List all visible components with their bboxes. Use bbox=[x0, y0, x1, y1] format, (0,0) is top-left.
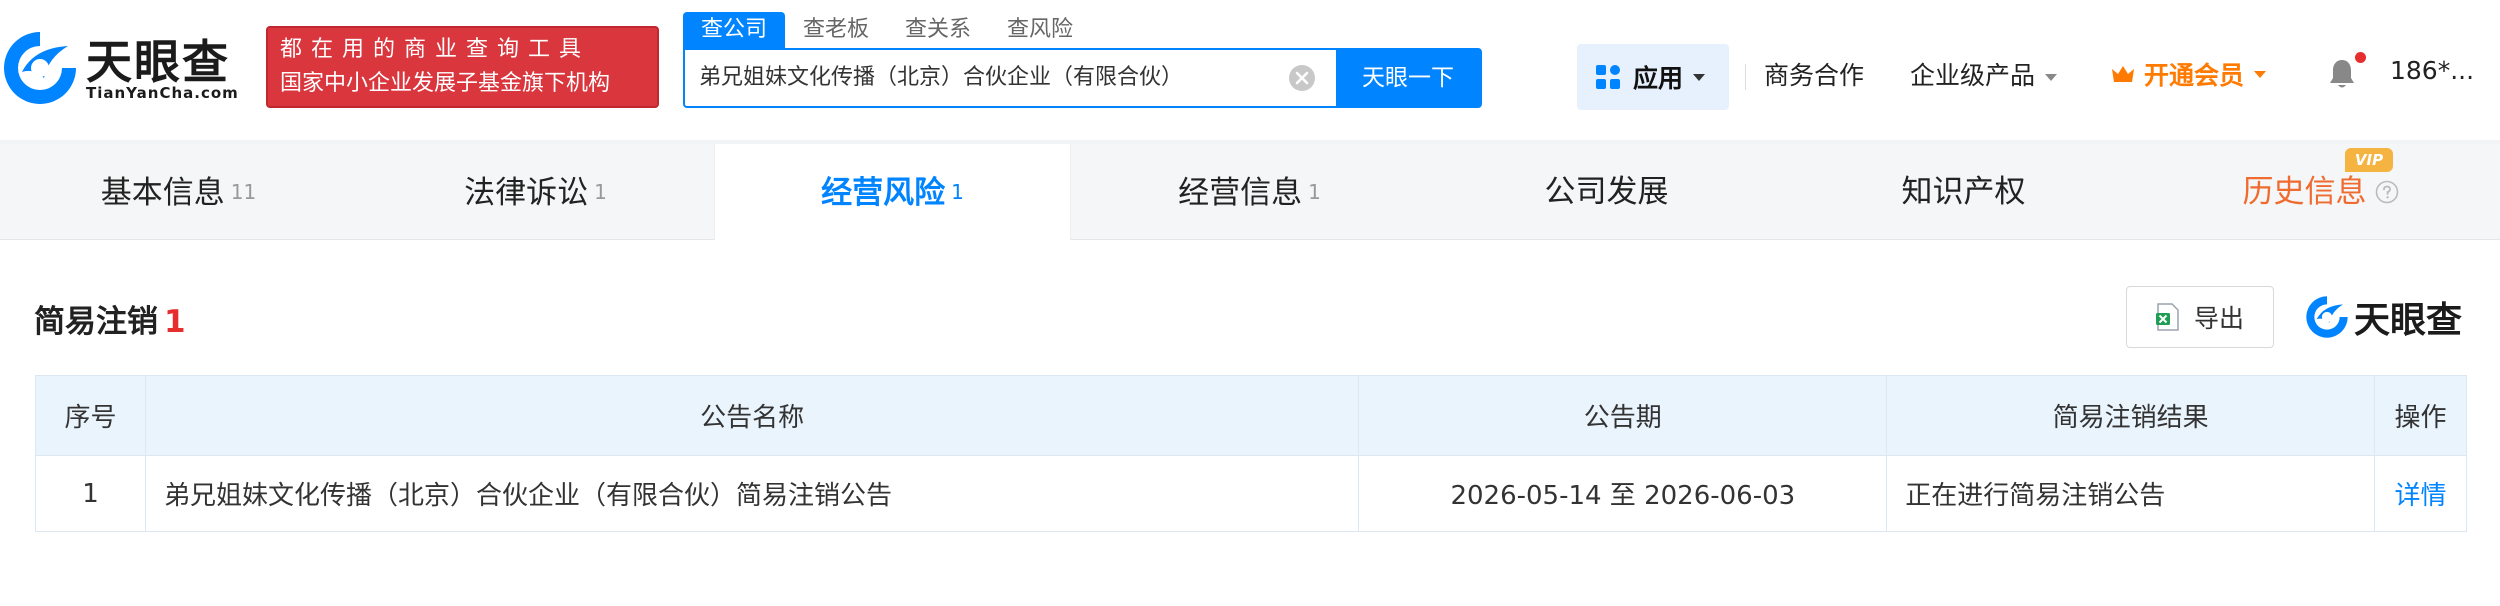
chevron-down-icon bbox=[1693, 73, 1706, 81]
tab-label: 经营风险 bbox=[821, 175, 946, 211]
tianyancha-logo-mark-icon bbox=[2306, 296, 2348, 338]
nav-business-cooperation[interactable]: 商务合作 bbox=[1764, 56, 1864, 92]
apps-menu-label: 应用 bbox=[1633, 64, 1684, 93]
header-divider bbox=[1745, 64, 1746, 90]
cell-index: 1 bbox=[35, 455, 146, 532]
vip-badge: VIP bbox=[2345, 148, 2393, 172]
tab-count: 1 bbox=[951, 180, 964, 204]
details-link[interactable]: 详情 bbox=[2394, 481, 2446, 511]
table-header-row: 序号 公告名称 公告期 简易注销结果 操作 bbox=[35, 375, 2467, 456]
search-input[interactable] bbox=[699, 50, 1299, 106]
tab-label: 历史信息 bbox=[2242, 174, 2367, 210]
open-membership-link[interactable]: 开通会员 bbox=[2110, 56, 2267, 92]
tab-business-info[interactable]: 经营信息 1 bbox=[1071, 144, 1428, 240]
open-membership-label: 开通会员 bbox=[2144, 61, 2245, 90]
tab-label: 公司发展 bbox=[1544, 174, 1669, 210]
tab-count: 1 bbox=[594, 180, 607, 204]
brand-text: 天眼查 bbox=[2354, 300, 2463, 341]
column-header-result: 简易注销结果 bbox=[1886, 375, 2375, 456]
excel-file-icon bbox=[2155, 303, 2179, 331]
slogan-banner: 都在用的商业查询工具 国家中小企业发展子基金旗下机构 bbox=[266, 26, 659, 108]
search-type-tabs: 查公司 查老板 查关系 查风险 bbox=[683, 12, 1091, 48]
tianyancha-logo[interactable]: 天眼查 TianYanCha.com bbox=[0, 26, 255, 110]
cell-action: 详情 bbox=[2374, 455, 2467, 532]
tab-intellectual-property[interactable]: 知识产权 bbox=[1785, 144, 2142, 240]
nav-enterprise-products[interactable]: 企业级产品 bbox=[1910, 56, 2058, 92]
simple-deregistration-panel: 简易注销 1 导出 天眼查 序号 公告名称 公告期 简易注销结果 操作 1 弟兄… bbox=[0, 240, 2500, 606]
slogan-line-1: 都在用的商业查询工具 bbox=[280, 37, 591, 62]
export-label: 导出 bbox=[2193, 304, 2244, 333]
apps-grid-icon bbox=[1596, 65, 1620, 89]
deregistration-table: 序号 公告名称 公告期 简易注销结果 操作 1 弟兄姐妹文化传播（北京）合伙企业… bbox=[35, 375, 2467, 532]
logo-text: 天眼查 bbox=[86, 35, 230, 89]
tab-business-risk[interactable]: 经营风险 1 bbox=[714, 144, 1071, 241]
column-header-notice-period: 公告期 bbox=[1358, 375, 1888, 456]
tianyancha-logo-mark-icon bbox=[4, 32, 76, 104]
cell-result: 正在进行简易注销公告 bbox=[1886, 455, 2375, 532]
search-tab-relation[interactable]: 查关系 bbox=[887, 12, 989, 48]
chevron-down-icon bbox=[2045, 73, 2058, 81]
notification-badge-dot bbox=[2355, 52, 2366, 63]
search-tab-company[interactable]: 查公司 bbox=[683, 12, 786, 48]
apps-menu-button[interactable]: 应用 bbox=[1577, 44, 1729, 110]
logo-domain: TianYanCha.com bbox=[86, 84, 239, 102]
tab-legal-litigation[interactable]: 法律诉讼 1 bbox=[357, 144, 714, 240]
cell-notice-period: 2026-05-14 至 2026-06-03 bbox=[1358, 455, 1888, 532]
search-button[interactable]: 天眼一下 bbox=[1336, 50, 1480, 106]
column-header-notice-name: 公告名称 bbox=[144, 375, 1360, 456]
tab-label: 法律诉讼 bbox=[464, 175, 589, 211]
tab-label: 基本信息 bbox=[100, 175, 225, 211]
top-header: 天眼查 TianYanCha.com 都在用的商业查询工具 国家中小企业发展子基… bbox=[0, 0, 2500, 140]
tianyancha-watermark-logo: 天眼查 bbox=[2304, 294, 2463, 341]
chevron-down-icon bbox=[2254, 70, 2267, 78]
notification-bell-icon[interactable] bbox=[2328, 58, 2356, 90]
column-header-index: 序号 bbox=[35, 375, 146, 456]
tab-label: 经营信息 bbox=[1178, 175, 1303, 211]
clear-search-icon[interactable] bbox=[1288, 64, 1316, 92]
tab-label: 知识产权 bbox=[1901, 174, 2026, 210]
tab-count: 11 bbox=[230, 180, 257, 204]
export-button[interactable]: 导出 bbox=[2126, 286, 2274, 348]
tab-company-development[interactable]: 公司发展 bbox=[1428, 144, 1785, 240]
section-title-text: 简易注销 bbox=[34, 304, 158, 340]
column-header-action: 操作 bbox=[2374, 375, 2467, 456]
section-tabs-bar: 基本信息 11 法律诉讼 1 经营风险 1 经营信息 1 公司发展 知识产权 历史信息 bbox=[0, 144, 2500, 241]
search-box: 天眼一下 bbox=[683, 48, 1482, 108]
table-row: 1 弟兄姐妹文化传播（北京）合伙企业（有限合伙）简易注销公告 2026-05-1… bbox=[35, 455, 2467, 532]
crown-icon bbox=[2112, 66, 2134, 82]
tab-count: 1 bbox=[1308, 180, 1321, 204]
cell-notice-name: 弟兄姐妹文化传播（北京）合伙企业（有限合伙）简易注销公告 bbox=[144, 455, 1360, 532]
nav-enterprise-label: 企业级产品 bbox=[1910, 61, 2036, 90]
tab-history-info[interactable]: 历史信息 bbox=[2142, 144, 2499, 240]
user-account-menu[interactable]: 186*... bbox=[2390, 56, 2474, 85]
search-tab-risk[interactable]: 查风险 bbox=[989, 12, 1091, 48]
tab-basic-info[interactable]: 基本信息 11 bbox=[0, 144, 357, 240]
search-tab-boss[interactable]: 查老板 bbox=[785, 12, 887, 48]
section-count: 1 bbox=[164, 304, 186, 340]
question-circle-icon[interactable] bbox=[2375, 180, 2399, 204]
section-title: 简易注销 1 bbox=[34, 296, 186, 341]
slogan-line-2: 国家中小企业发展子基金旗下机构 bbox=[280, 71, 611, 96]
